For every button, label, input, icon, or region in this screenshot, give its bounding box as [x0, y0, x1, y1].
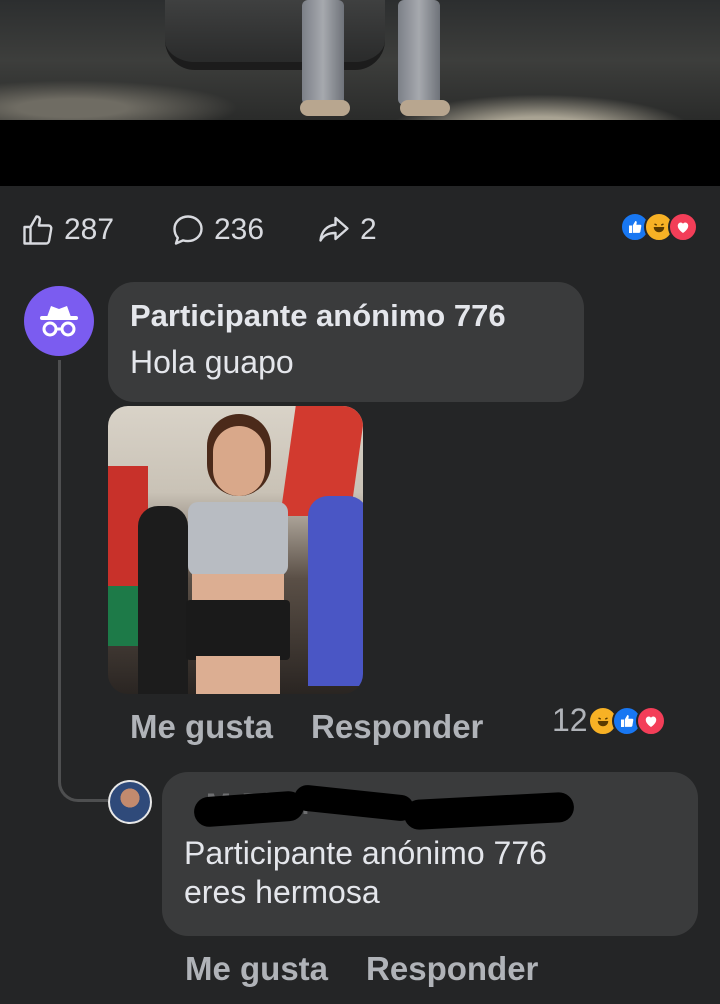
- photo-person-legs: [300, 0, 450, 120]
- like-count: 287: [64, 213, 115, 246]
- comment-reactions[interactable]: 12: [552, 702, 666, 739]
- reply-author-avatar[interactable]: [108, 780, 152, 824]
- love-icon: [668, 212, 698, 242]
- reply-text-line: Participante anónimo 776: [184, 835, 547, 871]
- reply-thread-line: [58, 360, 108, 802]
- comment-reaction-count: 12: [552, 702, 588, 738]
- reply-text: Participante anónimo 776 eres hermosa: [184, 834, 676, 912]
- thumbs-up-icon: [23, 215, 53, 245]
- reply-button[interactable]: Responder: [366, 950, 538, 988]
- post-reactions-summary[interactable]: [620, 212, 698, 242]
- post-photo[interactable]: [0, 0, 720, 120]
- reply-button[interactable]: Responder: [311, 708, 483, 746]
- post-stats-row: 287 236 2: [0, 186, 720, 272]
- comment-count: 236: [214, 213, 265, 246]
- like-stat[interactable]: 287: [20, 210, 114, 250]
- like-button[interactable]: Me gusta: [185, 950, 328, 988]
- comment-attached-photo[interactable]: [108, 406, 363, 694]
- anonymous-avatar[interactable]: [24, 286, 94, 356]
- redacted-author-name: M Tl M: [184, 783, 575, 831]
- share-stat[interactable]: 2: [316, 210, 377, 250]
- photo-letterbox: [0, 120, 720, 186]
- like-button[interactable]: Me gusta: [130, 708, 273, 746]
- comment-actions: Me gusta Responder: [130, 708, 483, 746]
- reply-actions: Me gusta Responder: [185, 950, 538, 988]
- reply-bubble[interactable]: M Tl M Participante anónimo 776 eres her…: [162, 772, 698, 936]
- comment-author[interactable]: Participante anónimo 776: [130, 298, 562, 334]
- comment-bubble[interactable]: Participante anónimo 776 Hola guapo: [108, 282, 584, 402]
- comment-stat[interactable]: 236: [170, 210, 264, 250]
- love-icon: [635, 705, 666, 736]
- share-arrow-icon: [319, 216, 349, 242]
- reply-text-line: eres hermosa: [184, 874, 380, 911]
- comment-text: Hola guapo: [130, 344, 294, 380]
- share-count: 2: [360, 213, 377, 246]
- incognito-icon: [40, 306, 78, 337]
- comment-bubble-icon: [173, 215, 203, 245]
